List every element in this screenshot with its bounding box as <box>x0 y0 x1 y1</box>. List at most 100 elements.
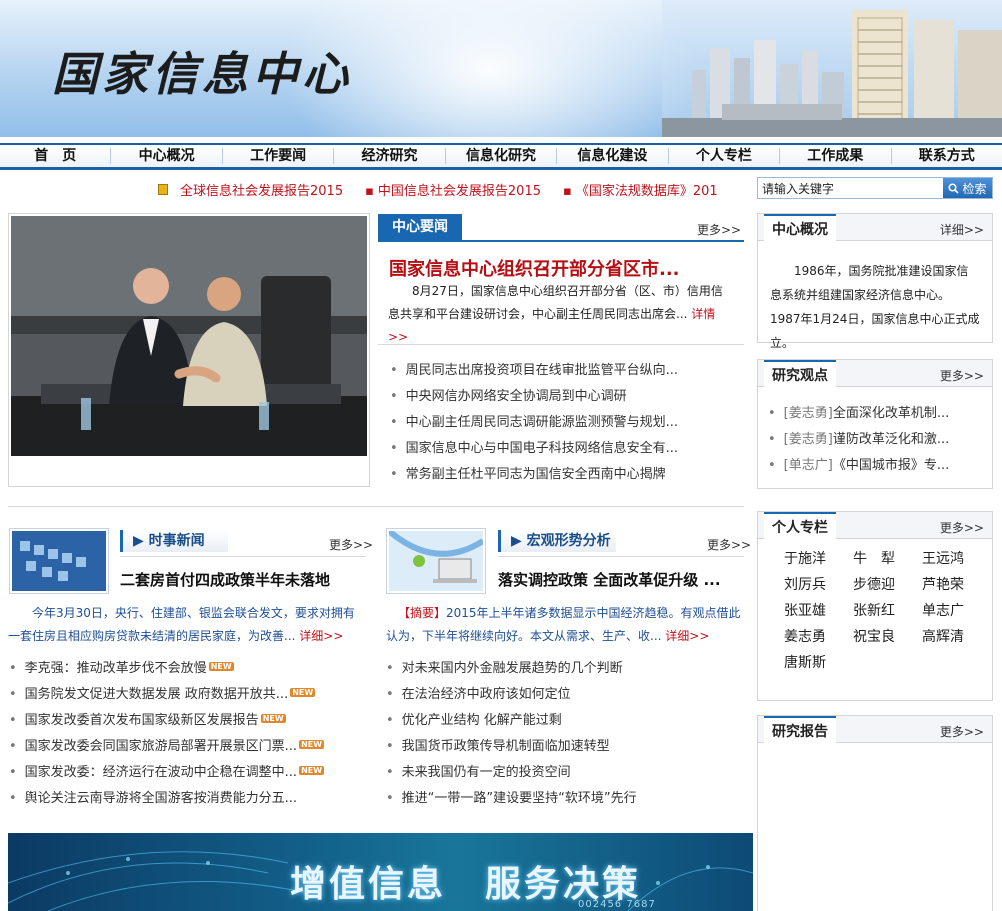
city-skyline-image <box>662 0 1002 140</box>
center-news-more-link[interactable]: 更多>> <box>697 221 741 238</box>
macro-summary: 【摘要】2015年上半年诸多数据显示中国经济趋稳。有观点借此认为，下半年将继续向… <box>386 606 741 643</box>
macro-detail-link[interactable]: 详细>> <box>665 629 709 643</box>
nav-it-construction[interactable]: 信息化建设 <box>557 148 669 164</box>
sidebar-columns-more-link[interactable]: 更多>> <box>940 519 984 536</box>
viewpoints-list: [姜志勇]全面深化改革机制... [姜志勇]谨防改革泛化和激... [单志广]《… <box>768 401 950 479</box>
macro-thumbnail[interactable] <box>386 528 486 594</box>
section-divider <box>120 556 366 557</box>
sidebar-reports-title[interactable]: 研究报告 <box>764 716 836 744</box>
value-added-banner[interactable]: 增值信息 服务决策 002456 7687 <box>8 833 753 911</box>
sidebar-viewpoints-title[interactable]: 研究观点 <box>764 360 836 388</box>
featured-photo[interactable] <box>8 213 370 487</box>
main-nav: 首 页 中心概况 工作要闻 经济研究 信息化研究 信息化建设 个人专栏 工作成果… <box>0 143 1002 170</box>
ticker-item[interactable]: ▪ 《国家法规数据库》201 <box>563 180 718 199</box>
current-news-summary: 今年3月30日，央行、住建部、银监会联合发文，要求对拥有一套住房且相应购房贷款未… <box>8 606 355 643</box>
sidebar-reports: 研究报告 更多>> <box>757 715 993 911</box>
search-button[interactable]: 检索 <box>943 178 992 198</box>
header-banner: 国家信息中心 <box>0 0 1002 140</box>
list-item[interactable]: 国家信息中心与中国电子科技网络信息安全有... <box>390 436 678 462</box>
list-item[interactable]: [单志广]《中国城市报》专... <box>768 453 950 479</box>
site-logo[interactable]: 国家信息中心 <box>52 38 352 104</box>
document-icon <box>158 183 168 195</box>
list-item[interactable]: 国家发改委会同国家旅游局部署开展景区门票...NEW <box>9 734 325 760</box>
nav-economic-research[interactable]: 经济研究 <box>334 148 446 164</box>
columnist-link[interactable]: 唐斯斯 <box>784 654 853 673</box>
sidebar-overview-more-link[interactable]: 详细>> <box>940 221 984 238</box>
columnist-link[interactable]: 刘厉兵 <box>784 576 853 595</box>
columnist-link[interactable]: 王远鸿 <box>922 550 991 569</box>
columnist-link[interactable]: 张亚雄 <box>784 602 853 621</box>
columnist-link[interactable]: 姜志勇 <box>784 628 853 647</box>
tab-macro-analysis[interactable]: ▶ 宏观形势分析 <box>498 530 616 552</box>
list-item[interactable]: 李克强：推动改革步伐不会放慢NEW <box>9 656 324 682</box>
list-item[interactable]: 国家发改委首次发布国家级新区发展报告NEW <box>9 708 324 734</box>
section-divider <box>378 344 744 345</box>
list-item[interactable]: 常务副主任杜平同志为国信安全西南中心揭牌 <box>390 462 678 488</box>
new-badge: NEW <box>290 688 316 697</box>
current-news-list: 李克强：推动改革步伐不会放慢NEW 国务院发文促进大数据发展 政府数据开放共..… <box>9 656 325 812</box>
current-news-thumbnail[interactable] <box>9 528 109 594</box>
nav-overview[interactable]: 中心概况 <box>111 148 223 164</box>
columnist-link[interactable]: 单志广 <box>922 602 991 621</box>
tab-current-news[interactable]: ▶ 时事新闻 <box>120 530 228 552</box>
columnist-link[interactable]: 芦艳荣 <box>922 576 991 595</box>
center-news-list: 周民同志出席投资项目在线审批监管平台纵向... 中央网信办网络安全协调局到中心调… <box>390 358 678 488</box>
list-item[interactable]: 国家发改委：经济运行在波动中企稳在调整中...NEW <box>9 760 325 786</box>
macro-headline[interactable]: 落实调控政策 全面改革促升级 ... <box>498 569 721 590</box>
current-news-detail-link[interactable]: 详细>> <box>299 629 343 643</box>
center-news-summary: 8月27日，国家信息中心组织召开部分省（区、市）信用信息共享和平台建设研讨会，中… <box>388 284 723 344</box>
macro-list: 对未来国内外金融发展趋势的几个判断 在法治经济中政府该如何定位 优化产业结构 化… <box>386 656 637 812</box>
nav-contact[interactable]: 联系方式 <box>892 148 1002 164</box>
list-item[interactable]: 中央网信办网络安全协调局到中心调研 <box>390 384 678 410</box>
sidebar-personal-columns: 个人专栏 更多>> 于施洋 牛 犁 王远鸿 刘厉兵 步德迎 芦艳荣 张亚雄 张新… <box>757 511 993 701</box>
sidebar-viewpoints-more-link[interactable]: 更多>> <box>940 367 984 384</box>
nav-achievements[interactable]: 工作成果 <box>780 148 892 164</box>
list-item[interactable]: 舆论关注云南导游将全国游客按消费能力分五... <box>9 786 324 812</box>
sidebar-reports-more-link[interactable]: 更多>> <box>940 723 984 740</box>
nav-home[interactable]: 首 页 <box>0 148 112 164</box>
banner-digits: 002456 7687 <box>578 899 656 910</box>
new-badge: NEW <box>299 766 325 775</box>
list-item[interactable]: 优化产业结构 化解产能过剩 <box>386 708 637 734</box>
sidebar-columns-title[interactable]: 个人专栏 <box>764 512 836 540</box>
list-item[interactable]: 国务院发文促进大数据发展 政府数据开放共...NEW <box>9 682 324 708</box>
section-divider <box>498 556 744 557</box>
list-item[interactable]: 在法治经济中政府该如何定位 <box>386 682 637 708</box>
list-item[interactable]: [姜志勇]谨防改革泛化和激... <box>768 427 950 453</box>
columnist-link[interactable]: 张新红 <box>853 602 922 621</box>
tab-center-news[interactable]: 中心要闻 <box>378 214 462 240</box>
new-badge: NEW <box>208 662 234 671</box>
new-badge: NEW <box>260 714 286 723</box>
ticker-item[interactable]: 全球信息社会发展报告2015 <box>158 180 343 198</box>
list-item[interactable]: 我国货币政策传导机制面临加速转型 <box>386 734 637 760</box>
columnist-link[interactable]: 于施洋 <box>784 550 853 569</box>
news-ticker: 全球信息社会发展报告2015 ▪ 中国信息社会发展报告2015 ▪ 《国家法规数据库… <box>158 180 738 198</box>
banner-divider <box>0 137 1002 140</box>
center-news-headline[interactable]: 国家信息中心组织召开部分省区市... <box>389 255 680 281</box>
section-divider <box>378 240 744 242</box>
ticker-item[interactable]: ▪ 中国信息社会发展报告2015 <box>365 180 541 199</box>
nav-personal-columns[interactable]: 个人专栏 <box>669 148 781 164</box>
list-item[interactable]: 周民同志出席投资项目在线审批监管平台纵向... <box>390 358 678 384</box>
columnist-link[interactable]: 牛 犁 <box>853 550 922 569</box>
overview-text: 1986年，国务院批准建设国家信息系统并组建国家经济信息中心。1987年1月24… <box>770 264 980 350</box>
list-item[interactable]: 推进“一带一路”建设要坚持“软环境”先行 <box>386 786 637 812</box>
list-item[interactable]: 对未来国内外金融发展趋势的几个判断 <box>386 656 637 682</box>
search-box: 检索 <box>757 177 993 199</box>
columnist-link[interactable]: 步德迎 <box>853 576 922 595</box>
search-input[interactable] <box>758 178 944 198</box>
current-news-headline[interactable]: 二套房首付四成政策半年未落地 <box>120 569 330 590</box>
macro-more-link[interactable]: 更多>> <box>707 536 751 553</box>
nav-it-research[interactable]: 信息化研究 <box>446 148 558 164</box>
sidebar-overview-title[interactable]: 中心概况 <box>764 214 836 242</box>
current-news-more-link[interactable]: 更多>> <box>329 536 373 553</box>
columnist-link[interactable]: 高辉清 <box>922 628 991 647</box>
columnist-link[interactable]: 祝宝良 <box>853 628 922 647</box>
laptop-image <box>387 528 485 591</box>
list-item[interactable]: 未来我国仍有一定的投资空间 <box>386 760 637 786</box>
columnist-grid: 于施洋 牛 犁 王远鸿 刘厉兵 步德迎 芦艳荣 张亚雄 张新红 单志广 姜志勇 … <box>784 550 991 673</box>
list-item[interactable]: [姜志勇]全面深化改革机制... <box>768 401 950 427</box>
nav-work-news[interactable]: 工作要闻 <box>223 148 335 164</box>
list-item[interactable]: 中心副主任周民同志调研能源监测预警与规划... <box>390 410 678 436</box>
signing-ceremony-photo <box>11 216 367 456</box>
